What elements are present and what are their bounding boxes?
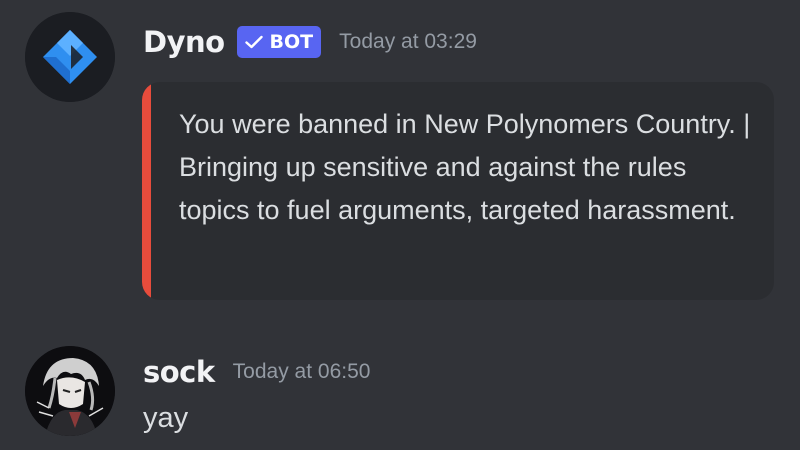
message-dyno: Dyno BOT Today at 03:29 You were banned … (0, 0, 800, 320)
timestamp: Today at 03:29 (339, 30, 477, 53)
username[interactable]: Dyno (143, 25, 225, 59)
timestamp: Today at 06:50 (232, 360, 371, 383)
message-header: sock Today at 06:50 (143, 350, 370, 394)
embed-description: You were banned in New Polynomers Countr… (179, 109, 751, 225)
dyno-avatar[interactable] (25, 12, 115, 102)
chat-messages: Dyno BOT Today at 03:29 You were banned … (0, 0, 800, 450)
message-sock (0, 320, 800, 450)
message-content: yay (143, 402, 189, 434)
bot-badge: BOT (236, 26, 322, 58)
sock-avatar[interactable] (25, 346, 115, 436)
ban-embed: You were banned in New Polynomers Countr… (142, 82, 774, 300)
embed-accent-bar (142, 82, 151, 300)
anime-avatar-icon (25, 346, 115, 436)
bot-badge-label: BOT (269, 31, 314, 53)
message-header: Dyno BOT Today at 03:29 (143, 20, 477, 64)
dyno-logo-icon (25, 12, 115, 102)
username[interactable]: sock (143, 355, 215, 389)
checkmark-icon (244, 35, 263, 49)
